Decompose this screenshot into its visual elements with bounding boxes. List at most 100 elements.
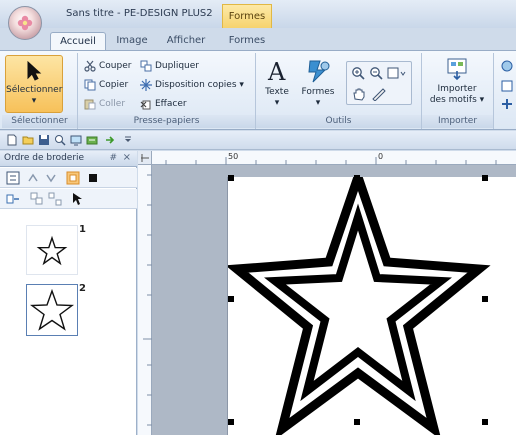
- order-item-number: 1: [79, 224, 86, 235]
- pan-hand-icon[interactable]: [351, 87, 367, 101]
- ungroup-icon[interactable]: [48, 192, 62, 206]
- import-patterns-icon: [447, 58, 467, 81]
- group-cutoff: [494, 53, 516, 129]
- paste-icon: [84, 99, 96, 109]
- pin-icon[interactable]: #: [109, 153, 117, 163]
- duplicate-button[interactable]: Dupliquer: [140, 59, 199, 73]
- resize-handle-top[interactable]: [354, 175, 360, 181]
- vertical-ruler: [138, 165, 152, 435]
- color-order-icon[interactable]: [66, 171, 80, 185]
- duplicate-icon: [140, 60, 152, 71]
- stop-square-icon[interactable]: [86, 171, 100, 185]
- cursor-arrow-icon: [27, 60, 42, 81]
- panel-close-icon[interactable]: ×: [123, 152, 131, 163]
- shapes-icon: [308, 60, 330, 83]
- resize-handle-top-left[interactable]: [228, 175, 234, 181]
- import-patterns-button[interactable]: Importer des motifs ▾: [426, 55, 488, 113]
- ribbon-tab-row: Accueil Image Afficher Formes: [0, 28, 516, 50]
- group-tools: A Texte ▾ Formes ▾ Outils: [256, 53, 422, 129]
- cut-button[interactable]: Couper: [84, 59, 131, 73]
- group-label-tools: Outils: [256, 115, 421, 128]
- ruler-corner: [138, 151, 152, 165]
- order-item-2[interactable]: 2: [26, 283, 86, 336]
- ruler-origin-icon: [141, 154, 149, 162]
- group-select: Sélectionner ▾ Sélectionner: [2, 53, 78, 129]
- save-icon[interactable]: [38, 134, 50, 146]
- horizontal-ruler: 50 0: [152, 151, 516, 165]
- move-up-icon[interactable]: [26, 171, 40, 185]
- select-label: Sélectionner: [6, 85, 63, 95]
- sort-order-icon[interactable]: [6, 171, 20, 185]
- tab-formes[interactable]: Formes: [222, 32, 272, 50]
- shapes-button[interactable]: Formes ▾: [298, 55, 338, 113]
- print-preview-icon[interactable]: [54, 134, 66, 146]
- panel-toolbar-2: [0, 189, 137, 209]
- tab-image[interactable]: Image: [110, 32, 154, 50]
- zoom-out-icon[interactable]: [369, 66, 383, 80]
- cutoff-tool-icon-2[interactable]: [500, 79, 514, 93]
- title-bar: Sans titre - PE-DESIGN PLUS2 Formes: [0, 0, 516, 28]
- flower-logo-icon: [17, 15, 33, 31]
- group-icon[interactable]: [30, 192, 44, 206]
- view-tools-box: [346, 61, 412, 105]
- open-folder-icon[interactable]: [22, 134, 34, 146]
- move-down-icon[interactable]: [44, 171, 58, 185]
- text-button[interactable]: A Texte ▾: [260, 55, 294, 113]
- copy-label: Copier: [99, 80, 129, 90]
- transfer-icon[interactable]: [86, 134, 98, 146]
- resize-handle-top-right[interactable]: [482, 175, 488, 181]
- merge-icon[interactable]: [6, 192, 20, 206]
- arrow-green-icon[interactable]: [104, 134, 116, 146]
- embroidery-order-panel: Ordre de broderie # × 1 2: [0, 151, 137, 435]
- zoom-fit-icon[interactable]: [387, 66, 407, 80]
- ruler-label-0: 0: [378, 152, 384, 161]
- app-window: Sans titre - PE-DESIGN PLUS2 Formes Accu…: [0, 0, 516, 435]
- shapes-label: Formes: [301, 87, 335, 97]
- design-workspace[interactable]: 50 0: [138, 151, 516, 435]
- tab-afficher[interactable]: Afficher: [162, 32, 210, 50]
- copy-button[interactable]: Copier: [84, 78, 128, 92]
- new-file-icon[interactable]: [6, 134, 18, 146]
- ruler-label-50: 50: [228, 152, 239, 161]
- cutoff-tool-icon-3[interactable]: [500, 97, 514, 111]
- window-title: Sans titre - PE-DESIGN PLUS2: [66, 8, 213, 19]
- customize-qat-icon[interactable]: [122, 134, 134, 146]
- delete-button[interactable]: Effacer: [140, 97, 187, 111]
- import-label-line1: Importer: [437, 84, 477, 94]
- monitor-icon[interactable]: [70, 134, 82, 146]
- horizontal-ruler-ticks: [152, 157, 516, 165]
- order-item-1[interactable]: 1: [26, 224, 86, 275]
- resize-handle-bottom-left[interactable]: [228, 419, 234, 425]
- panel-title: Ordre de broderie: [4, 153, 85, 163]
- shapes-dropdown-icon: ▾: [315, 98, 321, 108]
- star-design[interactable]: [228, 177, 516, 435]
- ribbon: Sélectionner ▾ Sélectionner Couper Copie…: [0, 50, 516, 130]
- pointer-icon[interactable]: [70, 192, 84, 206]
- group-label-import: Importer: [422, 115, 493, 128]
- resize-handle-bottom[interactable]: [354, 419, 360, 425]
- paste-button[interactable]: Coller: [84, 97, 125, 111]
- star-thumbnail-icon: [36, 235, 68, 266]
- resize-handle-right[interactable]: [482, 296, 488, 302]
- scissors-icon: [84, 60, 96, 72]
- resize-handle-left[interactable]: [228, 296, 234, 302]
- select-dropdown-icon: ▾: [31, 96, 37, 106]
- zoom-in-icon[interactable]: [351, 66, 365, 80]
- delete-label: Effacer: [155, 99, 187, 109]
- select-button[interactable]: Sélectionner ▾: [5, 55, 63, 113]
- design-page[interactable]: [227, 175, 516, 435]
- resize-handle-bottom-right[interactable]: [482, 419, 488, 425]
- svg-text:A: A: [267, 58, 286, 84]
- quick-access-toolbar: [0, 131, 516, 150]
- copy-layout-label: Disposition copies: [155, 80, 237, 90]
- cut-label: Couper: [99, 61, 132, 71]
- layout-grid-icon: [140, 78, 152, 91]
- delete-icon: [140, 100, 151, 109]
- copy-layout-button[interactable]: Disposition copies ▾: [140, 78, 244, 92]
- application-menu-button[interactable]: [8, 6, 42, 40]
- group-import: Importer des motifs ▾ Importer: [422, 53, 494, 129]
- group-clipboard: Couper Copier Coller Dupliquer Dispositi…: [78, 53, 256, 129]
- tab-accueil[interactable]: Accueil: [50, 32, 106, 50]
- measure-icon[interactable]: [371, 87, 387, 101]
- cutoff-tool-icon[interactable]: [500, 59, 514, 73]
